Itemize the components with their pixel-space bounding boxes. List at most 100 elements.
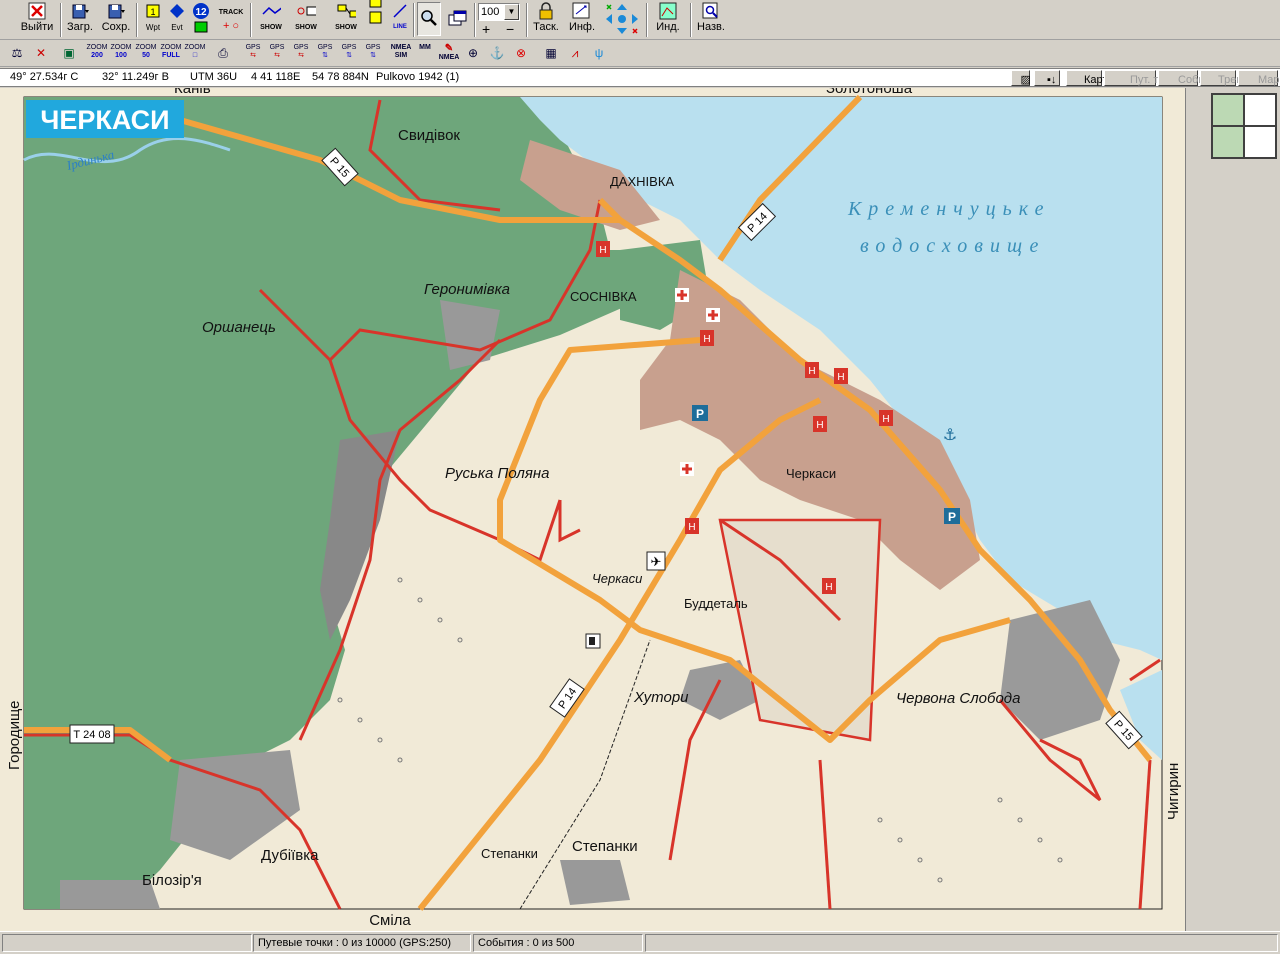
add-waypoint-button[interactable]: 1 Wpt [142, 2, 164, 38]
layers-button[interactable] [366, 0, 386, 38]
zoom-full-button[interactable]: ZOOM FULL [160, 44, 182, 64]
scale-select[interactable]: 100 ▼ [478, 3, 520, 21]
chevron-down-icon[interactable]: ▼ [504, 4, 519, 20]
gps-all-button[interactable]: GPS ⇅ [362, 44, 384, 64]
index-label: Инд. [656, 21, 680, 33]
signal-button[interactable]: ψ [588, 44, 610, 64]
zoom-out-button[interactable]: − [506, 22, 514, 36]
port-anchor-icon: ⚓ [943, 425, 957, 444]
edge-label-chyhyryn: Чигирин [1165, 763, 1182, 820]
add-event-button[interactable]: Evt [166, 2, 188, 38]
separator [413, 3, 415, 37]
separator [690, 3, 692, 37]
task-button[interactable]: Таск. [530, 2, 562, 38]
main-toolbar: Выйти Загр. Сохр. 1 Wpt Evt 12 TRACK + ○… [0, 0, 1280, 40]
events-status: События : 0 из 500 [473, 934, 643, 952]
save-button[interactable]: Сохр. [100, 2, 132, 38]
hospital-icon [706, 308, 720, 322]
track-button[interactable]: TRACK + ○ [216, 2, 246, 38]
tab-route[interactable]: Марш. [1238, 70, 1280, 86]
zoom-tool-button[interactable] [417, 2, 441, 36]
exit-button[interactable]: Выйти [18, 2, 56, 38]
show-line-button[interactable]: SHOW [256, 2, 286, 38]
zoom-full-2-button[interactable]: ZOOM □ [184, 44, 206, 64]
map-size-button[interactable]: ▦ [540, 44, 562, 64]
coordinate-bar: 49° 27.534г С 32° 11.249г В UTM 36U 4 41… [0, 68, 1280, 87]
stop-button[interactable]: ⊗ [510, 44, 532, 64]
gps-send-button[interactable]: GPS ⇆ [266, 44, 288, 64]
mm-button[interactable]: MM [414, 44, 436, 64]
window-button[interactable] [446, 2, 470, 38]
count-badge-text: 12 [195, 7, 207, 18]
minimap-tile[interactable] [1244, 94, 1276, 126]
minimap-tile[interactable] [1244, 126, 1276, 158]
load-button[interactable]: Загр. [64, 2, 96, 38]
map-view[interactable]: ЧЕРКАСИ Канів Золотоноша Сміла Городище … [0, 88, 1186, 931]
pen-icon: ✎ [444, 43, 454, 54]
svg-text:H: H [808, 366, 815, 377]
minimap-tile[interactable] [1212, 94, 1244, 126]
hotel-icon: H [879, 410, 893, 426]
zoom-50-button[interactable]: ZOOM 50 [135, 44, 157, 64]
display-icon: ▣ [63, 46, 75, 60]
info-button[interactable]: Инф. [566, 2, 598, 38]
place-buddetal: Буддеталь [684, 596, 748, 611]
profile-button[interactable]: ⩘ [564, 44, 586, 64]
hotel-icon: H [596, 241, 610, 257]
evt-label: Evt [171, 23, 183, 32]
antenna-icon: ψ [594, 46, 604, 60]
ruler-tool-button[interactable]: ⚖ [6, 44, 28, 64]
task-label: Таск. [533, 21, 559, 33]
count-button[interactable]: 12 [190, 2, 212, 38]
line-button[interactable]: LINE [390, 2, 410, 38]
pan-arrows-button[interactable] [602, 2, 642, 38]
show-points-button[interactable]: SHOW [290, 2, 322, 38]
tab-track[interactable]: Трек. [1200, 70, 1244, 86]
tab-waypoints[interactable]: Пут. точ. [1104, 70, 1173, 86]
profile-chart-icon: ⩘ [571, 46, 579, 60]
topographic-map[interactable]: ЧЕРКАСИ Канів Золотоноша Сміла Городище … [0, 88, 1186, 931]
save-disk-icon: ▪↓ [1047, 74, 1057, 86]
tab-events[interactable]: Событ. [1158, 70, 1213, 86]
gps-route-button[interactable]: GPS ⇆ [290, 44, 312, 64]
svg-text:P: P [948, 510, 956, 524]
airport-icon: ✈ [646, 551, 666, 571]
load-icon [70, 2, 90, 20]
datum-readout: Pulkovo 1942 (1) [376, 71, 460, 83]
names-button[interactable]: Назв. [694, 2, 728, 38]
waypoints-status: Путевые точки : 0 из 10000 (GPS:250) [253, 934, 471, 952]
overview-minimap[interactable] [1211, 93, 1277, 159]
place-heronymivka: Геронимівка [424, 281, 510, 298]
show-objects-button[interactable]: SHOW [330, 2, 362, 38]
wpt-label: Wpt [145, 23, 161, 32]
edge-label-smila: Сміла [369, 912, 411, 929]
tab-map[interactable]: Карта [1066, 70, 1113, 86]
exit-icon [27, 2, 47, 20]
erase-tool-button[interactable]: ✕ [30, 44, 52, 64]
nmea-sim-button[interactable]: NMEA SIM [390, 44, 412, 64]
names-label: Назв. [697, 21, 725, 33]
gps-track-button[interactable]: GPS ⇅ [314, 44, 336, 64]
nmea-button[interactable]: ✎ NMEA [438, 44, 460, 64]
gps-receive-button[interactable]: GPS ⇆ [242, 44, 264, 64]
index-button[interactable]: Инд. [652, 2, 684, 38]
zoom-100-button[interactable]: ZOOM 100 [110, 44, 132, 64]
svg-text:H: H [599, 245, 606, 256]
gps-events-button[interactable]: GPS ⇅ [338, 44, 360, 64]
zoom-200-button[interactable]: ZOOM 200 [86, 44, 108, 64]
anchor-button[interactable]: ⚓ [486, 44, 508, 64]
show-label-3: SHOW [335, 24, 357, 31]
save-map-button[interactable]: ▪↓ [1034, 70, 1060, 86]
zoom-in-button[interactable]: + [482, 22, 490, 36]
display-button[interactable]: ▣ [58, 44, 80, 64]
minimap-tile[interactable] [1212, 126, 1244, 158]
center-button[interactable]: ⊕ [462, 44, 484, 64]
separator [60, 3, 62, 37]
svg-text:1: 1 [150, 7, 155, 17]
map-size-icon: ▦ [545, 46, 557, 60]
print-button[interactable]: ⎙ [212, 44, 234, 64]
map-image-button[interactable]: ▨ [1011, 70, 1031, 86]
track-label: TRACK [218, 9, 244, 16]
count-badge-icon: 12 [191, 2, 211, 20]
separator [646, 3, 648, 37]
